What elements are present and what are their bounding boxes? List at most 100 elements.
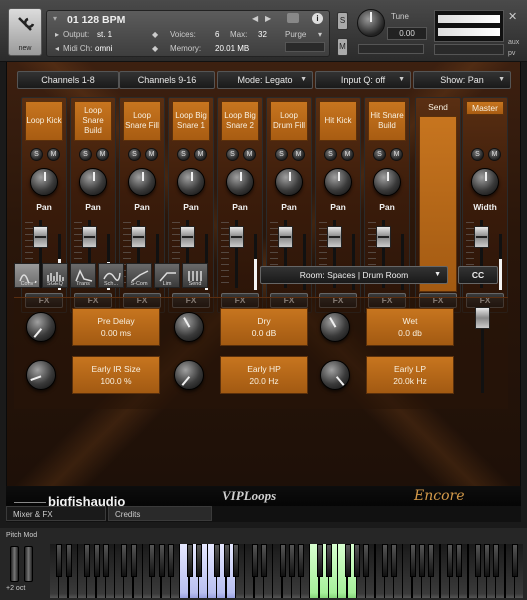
channel-name[interactable]: Loop Big Snare 2 [221,101,259,141]
black-key[interactable] [195,544,202,577]
channel-name[interactable]: Hit Kick [319,101,357,141]
channel-fader[interactable] [33,226,48,248]
channel-name[interactable]: Loop Kick [25,101,63,141]
black-key[interactable] [223,544,230,577]
channel-mute-button[interactable]: M [47,148,60,161]
channel-mute-button[interactable]: M [341,148,354,161]
output-dropdown-icon[interactable]: ◆ [152,30,158,39]
input-q-dropdown[interactable]: Input Q: off ▼ [315,71,411,89]
wet-knob[interactable] [320,312,350,342]
pitch-wheel[interactable] [10,546,19,582]
instrument-volume-slider[interactable] [434,44,504,55]
tune-knob[interactable] [357,9,385,37]
fx-tab-limiter[interactable]: Lim [154,263,180,288]
black-key[interactable] [251,544,258,577]
fx-tab-sgeq[interactable]: SGEQ [42,263,68,288]
black-key[interactable] [316,544,323,577]
black-key[interactable] [353,544,360,577]
next-arrow-icon[interactable]: ▶ [265,14,271,23]
black-key[interactable] [158,544,165,577]
channel-pan-knob[interactable] [373,168,401,196]
channel-pan-knob[interactable] [79,168,107,196]
max-value[interactable]: 32 [258,30,267,39]
channel-fader[interactable] [327,226,342,248]
channel-fader[interactable] [82,226,97,248]
dry-param[interactable]: Dry 0.0 dB [220,308,308,346]
channel-mute-button[interactable]: M [145,148,158,161]
black-key[interactable] [428,544,435,577]
black-key[interactable] [233,544,239,577]
channel-name[interactable]: Loop Drum Fill [270,101,308,141]
master-fader[interactable] [474,226,489,248]
output-value[interactable]: st. 1 [97,30,112,39]
master-solo-button[interactable]: S [471,148,484,161]
black-key[interactable] [186,544,193,577]
channel-solo-button[interactable]: S [373,148,386,161]
pre-delay-knob[interactable] [26,312,56,342]
channel-pan-knob[interactable] [30,168,58,196]
channels-9-16-button[interactable]: Channels 9-16 [119,71,215,89]
channel-fader[interactable] [229,226,244,248]
channel-name[interactable]: Hit Snare Build [368,101,406,141]
solo-button[interactable]: S [337,12,348,30]
mode-dropdown[interactable]: Mode: Legato ▼ [217,71,313,89]
reverb-fader[interactable] [475,307,490,329]
black-key[interactable] [484,544,491,577]
channel-fader[interactable] [131,226,146,248]
purge-label[interactable]: Purge [285,30,306,39]
black-key[interactable] [56,544,63,577]
tune-value[interactable]: 0.00 [387,27,427,40]
channel-solo-button[interactable]: S [324,148,337,161]
purge-dropdown-icon[interactable]: ▾ [318,30,322,39]
channel-solo-button[interactable]: S [128,148,141,161]
black-key[interactable] [102,544,109,577]
piano-keyboard[interactable] [50,544,523,598]
black-key[interactable] [93,544,100,577]
black-key[interactable] [493,544,500,577]
black-key[interactable] [298,544,305,577]
black-key[interactable] [446,544,453,577]
cc-button[interactable]: CC [458,266,498,284]
channel-solo-button[interactable]: S [226,148,239,161]
dry-knob[interactable] [174,312,204,342]
mute-button[interactable]: M [337,38,348,56]
show-dropdown[interactable]: Show: Pan ▼ [413,71,511,89]
midi-dropdown-icon[interactable]: ◆ [152,44,158,53]
channel-mute-button[interactable]: M [292,148,305,161]
channel-mute-button[interactable]: M [390,148,403,161]
midi-value[interactable]: omni [95,44,112,53]
instrument-name[interactable]: 01 128 BPM [67,14,125,26]
black-key[interactable] [279,544,286,577]
black-key[interactable] [214,544,221,577]
early-ir-size-param[interactable]: Early IR Size 100.0 % [72,356,160,394]
master-width-knob[interactable] [471,168,499,196]
black-key[interactable] [326,544,332,577]
room-select[interactable]: Room: Spaces | Drum Room ▼ [260,266,448,284]
channel-fader[interactable] [376,226,391,248]
black-key[interactable] [121,544,128,577]
fx-tab-schaper[interactable]: Sch... [98,263,124,288]
channel-pan-knob[interactable] [324,168,352,196]
info-icon[interactable]: i [312,13,323,24]
pv-label[interactable]: pv [508,50,515,57]
early-ir-size-knob[interactable] [26,360,56,390]
pre-delay-param[interactable]: Pre Delay 0.00 ms [72,308,160,346]
channel-name[interactable]: Loop Big Snare 1 [172,101,210,141]
tab-mixer-fx[interactable]: Mixer & FX [6,506,106,521]
early-hp-param[interactable]: Early HP 20.0 Hz [220,356,308,394]
black-key[interactable] [130,544,137,577]
channel-solo-button[interactable]: S [30,148,43,161]
master-mute-button[interactable]: M [488,148,501,161]
channels-1-8-button[interactable]: Channels 1-8 [17,71,119,89]
black-key[interactable] [84,544,91,577]
black-key[interactable] [391,544,398,577]
black-key[interactable] [363,544,370,577]
black-key[interactable] [456,544,463,577]
channel-mute-button[interactable]: M [243,148,256,161]
black-key[interactable] [149,544,156,577]
fx-tab-convolution[interactable]: Conv [14,263,40,288]
early-hp-knob[interactable] [174,360,204,390]
channel-name[interactable]: Loop Snare Build [74,101,112,141]
channel-pan-knob[interactable] [226,168,254,196]
fx-tab-send-levels[interactable]: Send [182,263,208,288]
